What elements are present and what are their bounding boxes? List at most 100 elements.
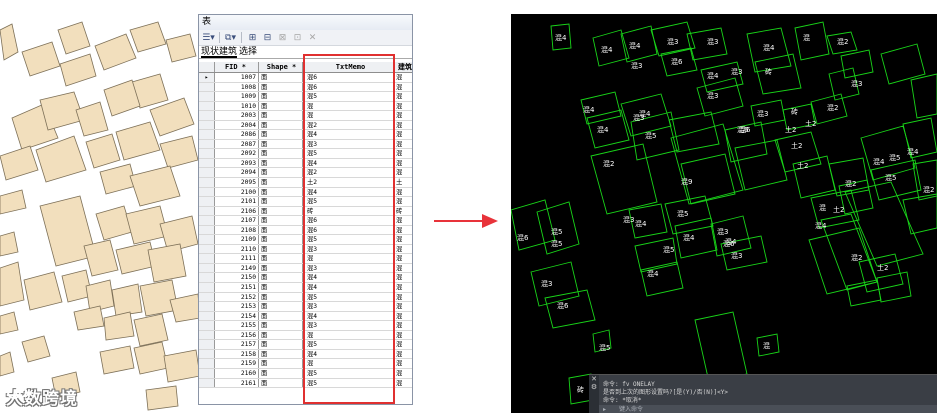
cell-building-type[interactable]: 混 [395,92,412,101]
cell-building-type[interactable]: 混 [395,159,412,168]
table-row[interactable]: 2100 面混4 混 [199,187,412,198]
cell-building-type[interactable]: 混 [395,245,412,254]
cell-txtmemo[interactable]: 混3 [303,302,395,311]
cell-fid[interactable]: 2110 [215,244,259,254]
table-row[interactable]: 2154 面混4 混 [199,311,412,322]
command-input[interactable]: 键入命令 [619,405,643,413]
cell-fid[interactable]: 2154 [215,311,259,321]
table-row[interactable]: 2155 面混3 混 [199,321,412,331]
cell-building-type[interactable]: 土 [395,178,412,187]
cell-fid[interactable]: 2100 [215,187,259,197]
cell-shape[interactable]: 面 [259,178,303,187]
switch-selection-icon[interactable]: ⊟ [261,32,274,44]
cell-shape[interactable]: 面 [259,168,303,178]
cell-txtmemo[interactable]: 混4 [303,130,395,139]
delete-selected-icon[interactable]: ✕ [306,32,319,44]
table-options-icon[interactable]: ☰▾ [202,32,215,44]
cell-shape[interactable]: 面 [259,273,303,283]
cell-txtmemo[interactable]: 混5 [303,378,395,388]
cell-shape[interactable]: 面 [259,139,303,149]
cell-txtmemo[interactable]: 混 [303,330,395,340]
table-row[interactable]: 2110 面混3 混 [199,244,412,255]
cell-txtmemo[interactable]: 混5 [303,368,395,378]
cell-txtmemo[interactable]: 混4 [303,349,395,359]
cell-fid[interactable]: 2087 [215,139,259,149]
cell-fid[interactable]: 2160 [215,368,259,378]
cell-shape[interactable]: 面 [259,302,303,311]
cell-shape[interactable]: 面 [259,254,303,263]
row-selector[interactable] [199,302,215,311]
table-row[interactable]: 1008 面混6 混 [199,82,412,93]
row-selector[interactable] [199,158,215,168]
cell-building-type[interactable]: 混 [395,83,412,92]
row-selector[interactable] [199,216,215,225]
cell-fid[interactable]: 1010 [215,101,259,111]
row-selector[interactable] [199,178,215,187]
cell-txtmemo[interactable]: 混5 [303,92,395,101]
cell-txtmemo[interactable]: 混 [303,101,395,111]
cell-fid[interactable]: 2101 [215,197,259,206]
cell-building-type[interactable]: 混 [395,302,412,311]
cell-txtmemo[interactable]: 混 [303,254,395,263]
cell-shape[interactable]: 面 [259,73,303,82]
cell-fid[interactable]: 2156 [215,330,259,340]
cell-fid[interactable]: 2159 [215,359,259,368]
row-selector[interactable] [199,254,215,263]
cell-txtmemo[interactable]: 混3 [303,244,395,254]
cell-shape[interactable]: 面 [259,235,303,244]
cell-shape[interactable]: 面 [259,244,303,254]
table-row[interactable]: 2149 面混3 混 [199,263,412,274]
cell-txtmemo[interactable]: 混5 [303,197,395,206]
row-selector[interactable] [199,235,215,244]
table-row[interactable]: 2158 面混4 混 [199,349,412,360]
table-row[interactable]: 2086 面混4 混 [199,130,412,140]
table-row[interactable]: 2004 面混2 混 [199,120,412,131]
cell-shape[interactable]: 面 [259,149,303,158]
cell-fid[interactable]: 2107 [215,216,259,225]
row-selector[interactable] [199,340,215,349]
cell-shape[interactable]: 面 [259,130,303,139]
cell-txtmemo[interactable]: 混6 [303,73,395,82]
row-selector[interactable] [199,187,215,197]
table-row[interactable]: 2156 面混混 [199,330,412,341]
cell-shape[interactable]: 面 [259,263,303,273]
row-selector[interactable] [199,263,215,273]
table-row[interactable]: 2153 面混3 混 [199,302,412,312]
cell-fid[interactable]: 2111 [215,254,259,263]
cell-fid[interactable]: 2155 [215,321,259,330]
cell-txtmemo[interactable]: 混4 [303,283,395,292]
cell-building-type[interactable]: 混 [395,121,412,130]
cell-building-type[interactable]: 混 [395,350,412,359]
table-row[interactable]: 2111 面混混 [199,254,412,264]
table-row[interactable]: 2159 面混混 [199,359,412,369]
cell-shape[interactable]: 面 [259,321,303,330]
cell-building-type[interactable]: 混 [395,226,412,235]
cell-building-type[interactable]: 混 [395,140,412,149]
cell-txtmemo[interactable]: 混5 [303,149,395,158]
cell-shape[interactable]: 面 [259,225,303,235]
cell-fid[interactable]: 2004 [215,120,259,130]
zoom-to-selected-icon[interactable]: ⊡ [291,32,304,44]
cell-fid[interactable]: 2149 [215,263,259,273]
row-selector[interactable] [199,283,215,292]
cell-fid[interactable]: 1007 [215,73,259,82]
cell-txtmemo[interactable]: 混3 [303,139,395,149]
cell-shape[interactable]: 面 [259,292,303,302]
cell-building-type[interactable]: 混 [395,130,412,139]
table-row[interactable]: 2152 面混5 混 [199,292,412,303]
cell-fid[interactable]: 2157 [215,340,259,349]
cell-shape[interactable]: 面 [259,111,303,120]
cell-shape[interactable]: 面 [259,120,303,130]
cell-fid[interactable]: 2109 [215,235,259,244]
cell-building-type[interactable]: 混 [395,73,412,82]
cell-building-type[interactable]: 混 [395,379,412,388]
cell-shape[interactable]: 面 [259,359,303,368]
cell-shape[interactable]: 面 [259,92,303,101]
row-selector[interactable] [199,82,215,92]
row-selector[interactable] [199,273,215,283]
row-selector[interactable] [199,101,215,111]
cell-fid[interactable]: 2150 [215,273,259,283]
cell-fid[interactable]: 2093 [215,158,259,168]
cell-txtmemo[interactable]: 混 [303,359,395,368]
cell-building-type[interactable]: 混 [395,283,412,292]
